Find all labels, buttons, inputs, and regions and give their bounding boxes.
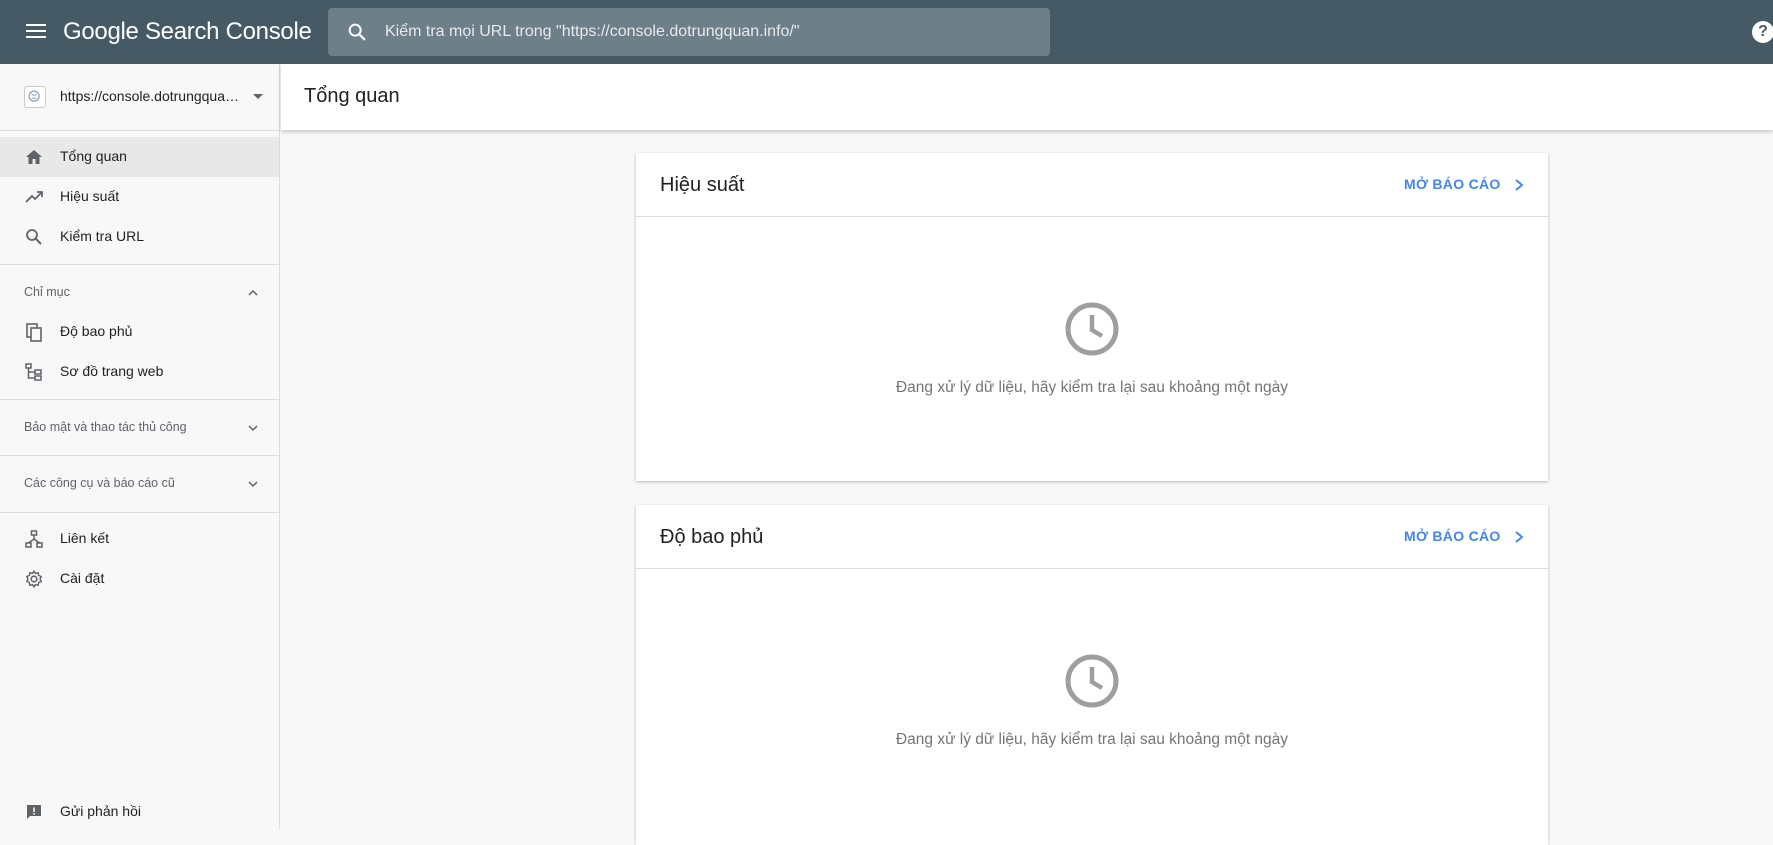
- sidebar-item-links[interactable]: Liên kết: [0, 519, 279, 559]
- clock-icon: [1065, 654, 1119, 708]
- sidebar-item-label: Hiệu suất: [60, 188, 120, 204]
- sitemap-icon: [25, 363, 42, 381]
- sidebar-item-sitemaps[interactable]: Sơ đồ trang web: [0, 352, 279, 392]
- sidebar-item-label: Cài đặt: [60, 570, 105, 586]
- section-legacy-tools[interactable]: Các công cụ và báo cáo cũ: [0, 463, 279, 503]
- section-security-manual-actions[interactable]: Bảo mật và thao tác thủ công: [0, 407, 279, 447]
- help-icon[interactable]: ?: [1752, 21, 1773, 43]
- globe-icon: [24, 86, 46, 108]
- card-title: Độ bao phủ: [660, 526, 764, 548]
- section-label: Các công cụ và báo cáo cũ: [24, 476, 175, 490]
- feedback-icon: [27, 805, 41, 819]
- chevron-up-icon: [248, 289, 258, 296]
- home-icon: [26, 150, 42, 164]
- divider: [0, 512, 279, 513]
- clock-icon: [1065, 302, 1119, 356]
- trending-up-icon: [25, 191, 43, 203]
- sidebar-item-url-inspection[interactable]: Kiểm tra URL: [0, 217, 279, 257]
- copy-pages-icon: [26, 323, 42, 342]
- search-icon: [348, 23, 366, 41]
- top-app-bar: Google Search Console ?: [0, 0, 1773, 64]
- sidebar-item-feedback[interactable]: Gửi phản hồi: [0, 792, 279, 832]
- section-label: Chỉ mục: [24, 285, 70, 299]
- card-title: Hiệu suất: [660, 174, 745, 196]
- divider: [0, 399, 279, 400]
- property-url: https://console.dotrungquan.info/: [60, 88, 242, 104]
- sidebar-item-coverage[interactable]: Độ bao phủ: [0, 312, 279, 352]
- divider: [0, 264, 279, 265]
- sidebar-item-label: Gửi phản hồi: [60, 803, 141, 819]
- section-label: Bảo mật và thao tác thủ công: [24, 420, 187, 434]
- sidebar-item-performance[interactable]: Hiệu suất: [0, 177, 279, 217]
- page-header: Tổng quan: [281, 64, 1773, 130]
- performance-card: Hiệu suất MỞ BÁO CÁO Đang xử lý dữ liệu,…: [636, 153, 1548, 481]
- search-icon: [26, 229, 42, 245]
- processing-message: Đang xử lý dữ liệu, hãy kiểm tra lại sau…: [895, 731, 1289, 748]
- links-icon: [25, 530, 43, 548]
- coverage-card: Độ bao phủ MỞ BÁO CÁO Đang xử lý dữ liệu…: [636, 505, 1548, 845]
- url-inspection-search[interactable]: [328, 8, 1050, 56]
- chevron-right-icon[interactable]: [1512, 529, 1526, 545]
- search-input[interactable]: [385, 8, 1035, 56]
- menu-icon[interactable]: [22, 20, 50, 44]
- card-header: Hiệu suất MỞ BÁO CÁO: [636, 153, 1548, 217]
- card-header: Độ bao phủ MỞ BÁO CÁO: [636, 505, 1548, 569]
- page-title: Tổng quan: [304, 85, 400, 107]
- divider: [0, 130, 279, 131]
- gear-icon: [26, 570, 42, 588]
- open-report-link[interactable]: MỞ BÁO CÁO: [1404, 528, 1501, 544]
- app-logo[interactable]: Google Search Console: [63, 18, 312, 46]
- sidebar-item-settings[interactable]: Cài đặt: [0, 559, 279, 599]
- divider: [0, 455, 279, 456]
- chevron-down-icon: [248, 481, 258, 488]
- sidebar-item-overview[interactable]: Tổng quan: [0, 137, 279, 177]
- processing-message: Đang xử lý dữ liệu, hãy kiểm tra lại sau…: [895, 379, 1289, 396]
- section-index[interactable]: Chỉ mục: [0, 272, 279, 312]
- sidebar-item-label: Độ bao phủ: [60, 323, 133, 339]
- chevron-down-icon: [248, 425, 258, 432]
- caret-down-icon: [253, 94, 263, 99]
- sidebar-item-label: Sơ đồ trang web: [60, 363, 164, 379]
- chevron-right-icon[interactable]: [1512, 177, 1526, 193]
- sidebar: https://console.dotrungquan.info/ Tổng q…: [0, 64, 280, 829]
- sidebar-item-label: Liên kết: [60, 530, 110, 546]
- property-selector[interactable]: https://console.dotrungquan.info/: [0, 64, 279, 130]
- open-report-link[interactable]: MỞ BÁO CÁO: [1404, 176, 1501, 192]
- sidebar-item-label: Kiểm tra URL: [60, 228, 145, 244]
- sidebar-item-label: Tổng quan: [60, 148, 127, 164]
